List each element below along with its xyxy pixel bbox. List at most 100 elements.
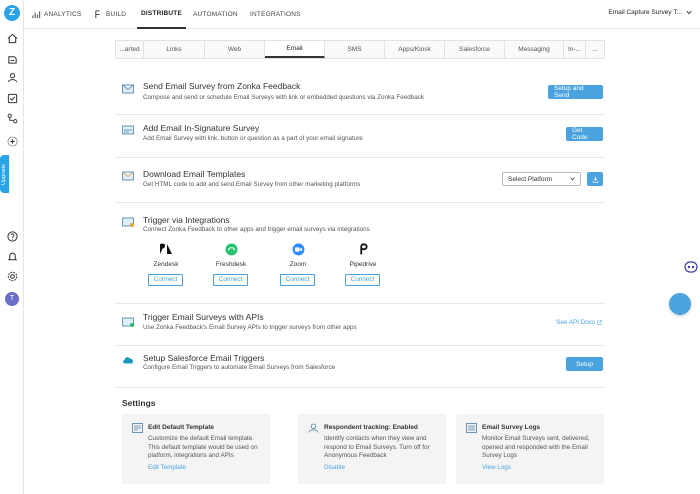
nav-automation[interactable]: AUTOMATION: [193, 0, 238, 29]
send-email-row: Send Email Survey from Zonka Feedback Co…: [115, 72, 605, 115]
integration-zendesk: Zendesk Connect: [148, 241, 184, 286]
external-link-icon: [597, 320, 602, 325]
row-title: Send Email Survey from Zonka Feedback: [143, 81, 301, 91]
download-button[interactable]: [587, 172, 603, 186]
salesforce-icon: [123, 357, 133, 364]
card-description: Monitor Email Surveys sent, delivered, o…: [482, 435, 590, 459]
integration-name: Freshdesk: [215, 261, 247, 268]
add-icon[interactable]: [6, 135, 18, 147]
surveys-icon[interactable]: [6, 53, 18, 65]
chart-icon: [32, 11, 41, 19]
integration-email-icon: [122, 217, 134, 227]
tab-salesforce[interactable]: Salesforce: [445, 41, 505, 58]
nav-integrations[interactable]: INTEGRATIONS: [250, 0, 301, 29]
row-title: Trigger Email Surveys with APIs: [143, 312, 264, 322]
tab-web[interactable]: Web: [205, 41, 265, 58]
pipedrive-icon: [359, 243, 368, 255]
row-title: Trigger via Integrations: [143, 215, 230, 225]
see-api-docs-link[interactable]: See API Docs: [556, 319, 602, 326]
salesforce-row: Setup Salesforce Email Triggers Configur…: [115, 346, 605, 388]
nav-integrations-label: INTEGRATIONS: [250, 11, 301, 18]
workflows-icon[interactable]: [6, 112, 18, 124]
card-description: Identify contacts when they view and res…: [324, 435, 430, 459]
survey-selector-label: Email Capture Survey T...: [608, 9, 682, 16]
select-platform-label: Select Platform: [508, 175, 553, 183]
setup-and-send-button[interactable]: Setup and Send: [548, 85, 603, 99]
row-title: Add Email In-Signature Survey: [143, 123, 260, 133]
integration-pipedrive: Pipedrive Connect: [345, 241, 381, 286]
settings-card-respondent-tracking: Respondent tracking: Enabled Identify co…: [298, 414, 446, 484]
left-rail: Z Upgrade T: [0, 0, 24, 494]
avatar[interactable]: T: [5, 292, 19, 306]
row-description: Add Email Survey with link, button or qu…: [143, 135, 363, 142]
home-icon[interactable]: [6, 32, 18, 44]
row-description: Connect Zonka Feedback to other apps and…: [143, 226, 370, 233]
tab-in-app[interactable]: In-...: [564, 41, 586, 58]
tasks-icon[interactable]: [6, 92, 18, 104]
tab-apps-kiosk[interactable]: Apps/Kiosk: [385, 41, 445, 58]
card-title: Edit Default Template: [148, 424, 214, 431]
nav-distribute[interactable]: DISTRIBUTE: [137, 0, 186, 29]
integration-freshdesk: Freshdesk Connect: [213, 241, 249, 286]
tab-email[interactable]: Email: [265, 41, 325, 58]
chevron-down-icon: [686, 10, 692, 15]
row-description: Use Zonka Feedback's Email Survey APIs t…: [143, 324, 357, 331]
row-description: Configure Email Triggers to automate Ema…: [143, 364, 336, 371]
card-title: Email Survey Logs: [482, 424, 541, 431]
salesforce-setup-button[interactable]: Setup: [566, 357, 603, 371]
support-chat-button[interactable]: [669, 293, 691, 315]
email-template-icon: [122, 171, 134, 181]
disable-tracking-link[interactable]: Disable: [324, 464, 345, 471]
tab-getting-started[interactable]: ...arted: [116, 41, 144, 58]
connect-pipedrive-button[interactable]: Connect: [345, 274, 380, 286]
settings-card-email-logs: Email Survey Logs Monitor Email Surveys …: [456, 414, 604, 484]
survey-selector[interactable]: Email Capture Survey T...: [608, 9, 692, 16]
nav-analytics[interactable]: ANALYTICS: [32, 0, 81, 29]
chat-bot-icon[interactable]: [684, 261, 698, 273]
upgrade-button[interactable]: Upgrade: [0, 155, 9, 193]
logs-icon: [466, 423, 477, 433]
view-logs-link[interactable]: View Logs: [482, 464, 511, 471]
build-icon: [95, 10, 100, 19]
email-icon: [122, 84, 134, 94]
edit-template-link[interactable]: Edit Template: [148, 464, 186, 471]
row-title: Setup Salesforce Email Triggers: [143, 353, 265, 363]
select-platform-dropdown[interactable]: Select Platform: [502, 172, 581, 186]
tabs-more[interactable]: ...: [586, 41, 604, 58]
notifications-icon[interactable]: [6, 250, 18, 262]
row-description: Get HTML code to add and send Email Surv…: [143, 181, 361, 188]
templates-row: Download Email Templates Get HTML code t…: [115, 158, 605, 203]
chevron-down-icon: [570, 177, 575, 181]
integrations-row: Trigger via Integrations Connect Zonka F…: [115, 203, 605, 304]
signature-row: Add Email In-Signature Survey Add Email …: [115, 115, 605, 158]
api-email-icon: [122, 317, 134, 327]
tab-sms[interactable]: SMS: [325, 41, 385, 58]
email-signature-icon: [122, 125, 134, 135]
nav-automation-label: AUTOMATION: [193, 11, 238, 18]
connect-zoom-button[interactable]: Connect: [280, 274, 315, 286]
download-icon: [592, 176, 598, 183]
connect-freshdesk-button[interactable]: Connect: [213, 274, 248, 286]
settings-card-edit-template: Edit Default Template Customize the defa…: [122, 414, 270, 484]
contacts-icon[interactable]: [6, 71, 18, 83]
zoom-icon: [292, 243, 304, 255]
tab-links[interactable]: Links: [144, 41, 205, 58]
tab-messaging[interactable]: Messaging: [505, 41, 564, 58]
card-description: Customize the default Email template. Th…: [148, 435, 258, 459]
row-title: Download Email Templates: [143, 169, 246, 179]
nav-distribute-label: DISTRIBUTE: [141, 10, 182, 17]
template-icon: [132, 423, 143, 433]
nav-build[interactable]: BUILD: [94, 0, 126, 29]
card-title: Respondent tracking: Enabled: [324, 424, 418, 431]
settings-icon[interactable]: [6, 270, 18, 282]
row-description: Compose and send or schedule Email Surve…: [143, 94, 425, 101]
get-code-button[interactable]: Get Code: [566, 127, 603, 141]
apis-row: Trigger Email Surveys with APIs Use Zonk…: [115, 304, 605, 346]
zendesk-icon: [160, 243, 172, 254]
help-icon[interactable]: [6, 230, 18, 242]
freshdesk-icon: [225, 243, 237, 255]
top-bar: ANALYTICS BUILD DISTRIBUTE AUTOMATION IN…: [24, 0, 700, 29]
channel-tabs: ...arted Links Web Email SMS Apps/Kiosk …: [115, 40, 605, 59]
connect-zendesk-button[interactable]: Connect: [148, 274, 183, 286]
zonka-logo[interactable]: Z: [4, 5, 20, 21]
